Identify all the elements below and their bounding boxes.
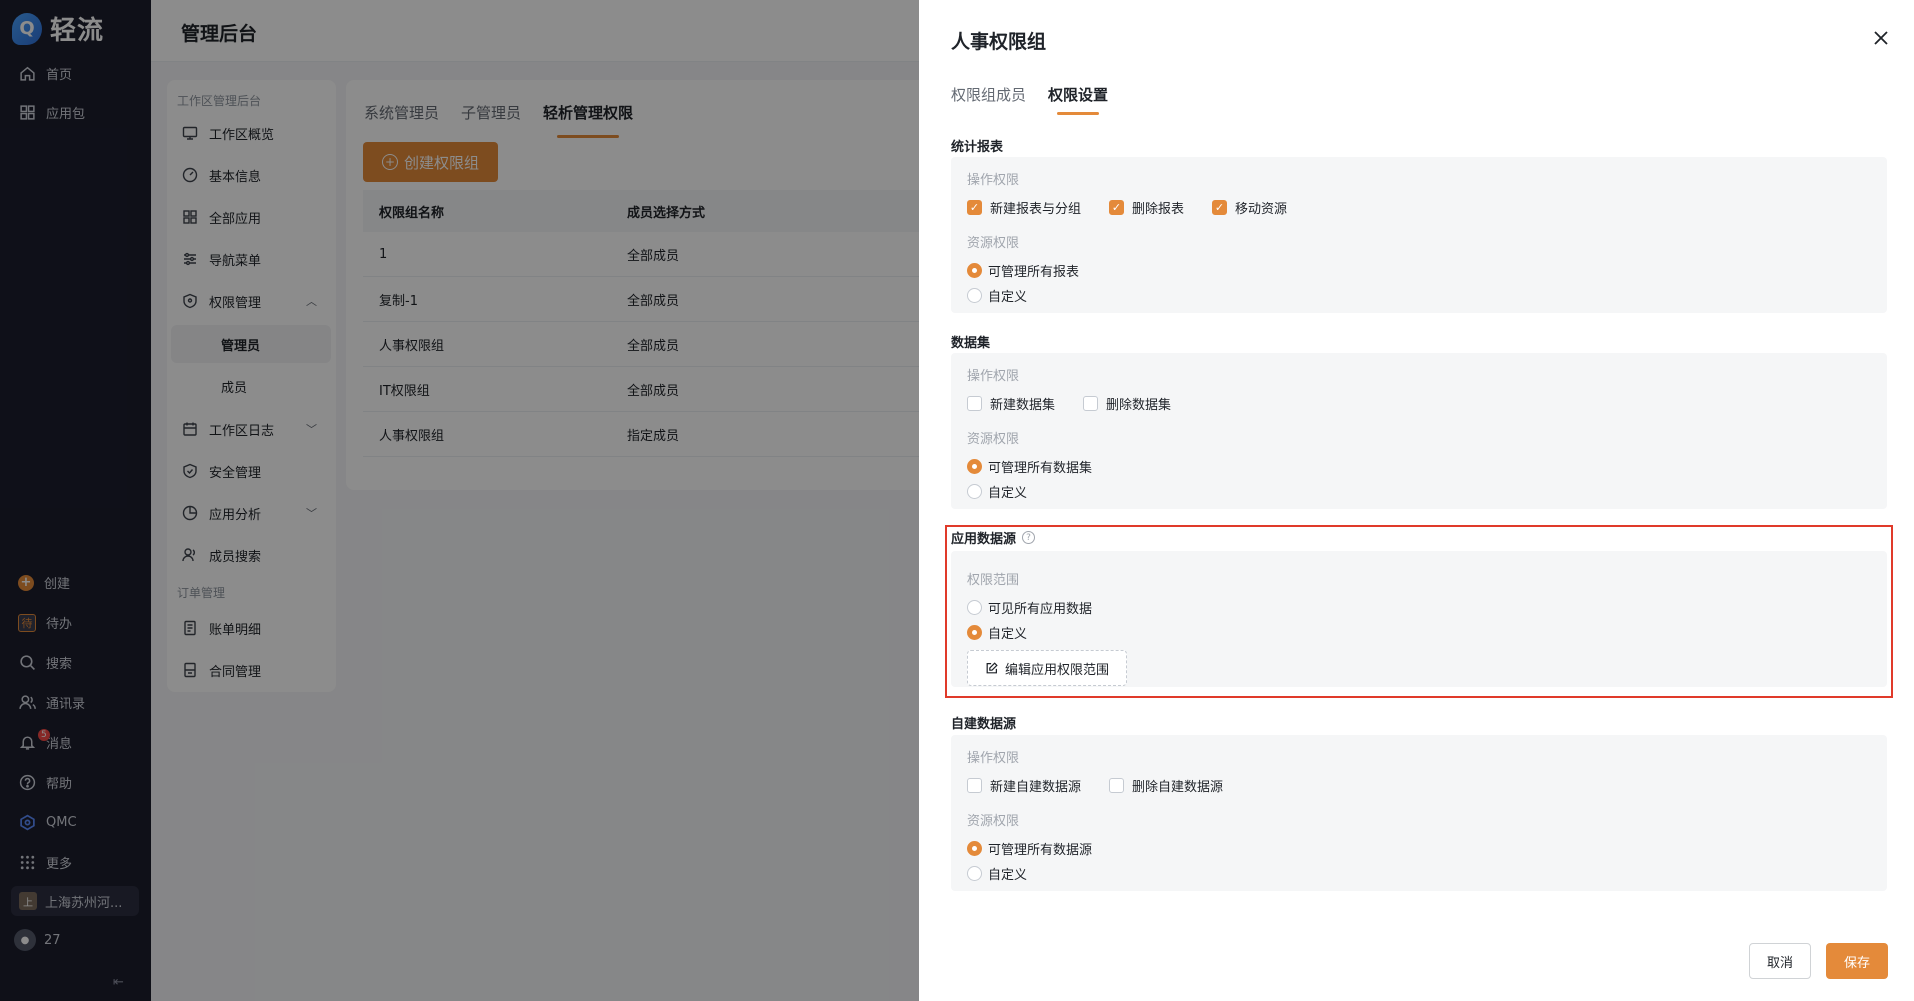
- edit-app-scope-button[interactable]: 编辑应用权限范围: [967, 650, 1127, 686]
- checkbox-label: 新建自建数据源: [990, 780, 1082, 795]
- radio-custom-datasets[interactable]: 自定义: [967, 482, 1027, 501]
- radio-empty-icon: [967, 484, 982, 499]
- radio-label: 自定义: [988, 486, 1028, 501]
- checkbox-create-dataset[interactable]: 新建数据集: [967, 394, 1055, 413]
- checkbox-delete-custom-source[interactable]: 删除自建数据源: [1109, 776, 1223, 795]
- operation-checkbox-group: ✓ 新建报表与分组 ✓ 删除报表 ✓ 移动资源: [967, 198, 1287, 217]
- radio-label: 自定义: [988, 627, 1028, 642]
- radio-label: 自定义: [988, 868, 1028, 883]
- checkbox-create-custom-source[interactable]: 新建自建数据源: [967, 776, 1081, 795]
- checkbox-label: 删除自建数据源: [1132, 780, 1224, 795]
- checkbox-label: 删除报表: [1132, 202, 1185, 217]
- section-title-datasets: 数据集: [951, 336, 991, 351]
- checkbox-checked-icon: ✓: [1109, 200, 1125, 215]
- operation-permission-label: 操作权限: [967, 173, 1020, 188]
- operation-checkbox-group: 新建自建数据源 删除自建数据源: [967, 776, 1223, 795]
- checkbox-empty-icon: [967, 396, 982, 411]
- radio-empty-icon: [967, 600, 982, 615]
- close-icon[interactable]: [1871, 28, 1891, 48]
- checkbox-delete-report[interactable]: ✓ 删除报表: [1109, 198, 1184, 217]
- radio-custom-reports[interactable]: 自定义: [967, 286, 1027, 305]
- section-title-reports: 统计报表: [951, 140, 1004, 155]
- section-title-app-source: 应用数据源 ?: [951, 528, 1036, 547]
- save-button[interactable]: 保存: [1826, 943, 1888, 979]
- datasets-panel: 操作权限 新建数据集 删除数据集 资源权限 可管理所有数据集 自定义: [951, 353, 1887, 509]
- resource-permission-label: 资源权限: [967, 432, 1020, 447]
- operation-permission-label: 操作权限: [967, 369, 1020, 384]
- operation-checkbox-group: 新建数据集 删除数据集: [967, 394, 1171, 413]
- modal-overlay[interactable]: [0, 0, 919, 1001]
- checkbox-label: 新建报表与分组: [990, 202, 1082, 217]
- drawer-tabs: 权限组成员 权限设置: [951, 84, 1108, 115]
- permission-group-drawer: 人事权限组 权限组成员 权限设置 统计报表 操作权限 ✓ 新建报表与分组 ✓ 删除报…: [919, 0, 1914, 1001]
- radio-manage-all-datasets[interactable]: 可管理所有数据集: [967, 457, 1092, 476]
- checkbox-label: 移动资源: [1235, 202, 1288, 217]
- radio-custom-sources[interactable]: 自定义: [967, 864, 1027, 883]
- resource-permission-label: 资源权限: [967, 814, 1020, 829]
- section-title-custom-source: 自建数据源: [951, 717, 1017, 732]
- checkbox-checked-icon: ✓: [1212, 200, 1228, 215]
- app-source-panel: 权限范围 可见所有应用数据 自定义 编辑应用权限范围: [951, 551, 1887, 687]
- radio-empty-icon: [967, 866, 982, 881]
- edit-button-label: 编辑应用权限范围: [1004, 662, 1109, 678]
- cancel-button[interactable]: 取消: [1749, 943, 1811, 979]
- resource-permission-label: 资源权限: [967, 236, 1020, 251]
- radio-label: 可管理所有数据源: [988, 843, 1093, 858]
- radio-label: 可管理所有报表: [988, 265, 1080, 280]
- radio-manage-all-sources[interactable]: 可管理所有数据源: [967, 839, 1092, 858]
- scope-label: 权限范围: [967, 573, 1020, 588]
- checkbox-create-report[interactable]: ✓ 新建报表与分组: [967, 198, 1081, 217]
- checkbox-label: 删除数据集: [1106, 398, 1172, 413]
- section-title-text: 应用数据源: [951, 532, 1017, 547]
- radio-selected-icon: [967, 841, 982, 856]
- checkbox-move-resource[interactable]: ✓ 移动资源: [1212, 198, 1287, 217]
- custom-source-panel: 操作权限 新建自建数据源 删除自建数据源 资源权限 可管理所有数据源 自定义: [951, 735, 1887, 891]
- radio-empty-icon: [967, 288, 982, 303]
- checkbox-label: 新建数据集: [990, 398, 1056, 413]
- checkbox-checked-icon: ✓: [967, 200, 982, 215]
- radio-label: 可见所有应用数据: [988, 602, 1093, 617]
- radio-selected-icon: [967, 625, 982, 640]
- radio-label: 可管理所有数据集: [988, 461, 1093, 476]
- edit-icon: [986, 662, 998, 674]
- radio-selected-icon: [967, 263, 982, 278]
- radio-label: 自定义: [988, 290, 1028, 305]
- radio-custom-app-data[interactable]: 自定义: [967, 623, 1027, 642]
- checkbox-empty-icon: [1109, 778, 1125, 793]
- tab-permission-settings[interactable]: 权限设置: [1048, 84, 1108, 115]
- radio-manage-all-reports[interactable]: 可管理所有报表: [967, 261, 1079, 280]
- operation-permission-label: 操作权限: [967, 751, 1020, 766]
- reports-panel: 操作权限 ✓ 新建报表与分组 ✓ 删除报表 ✓ 移动资源 资源权限 可管理所有报表 自…: [951, 157, 1887, 313]
- radio-selected-icon: [967, 459, 982, 474]
- checkbox-empty-icon: [967, 778, 982, 793]
- radio-see-all-app-data[interactable]: 可见所有应用数据: [967, 598, 1092, 617]
- checkbox-empty-icon: [1083, 396, 1099, 411]
- question-circle-icon[interactable]: ?: [1022, 531, 1036, 544]
- drawer-title: 人事权限组: [951, 31, 1047, 53]
- tab-group-members[interactable]: 权限组成员: [951, 84, 1026, 105]
- checkbox-delete-dataset[interactable]: 删除数据集: [1083, 394, 1171, 413]
